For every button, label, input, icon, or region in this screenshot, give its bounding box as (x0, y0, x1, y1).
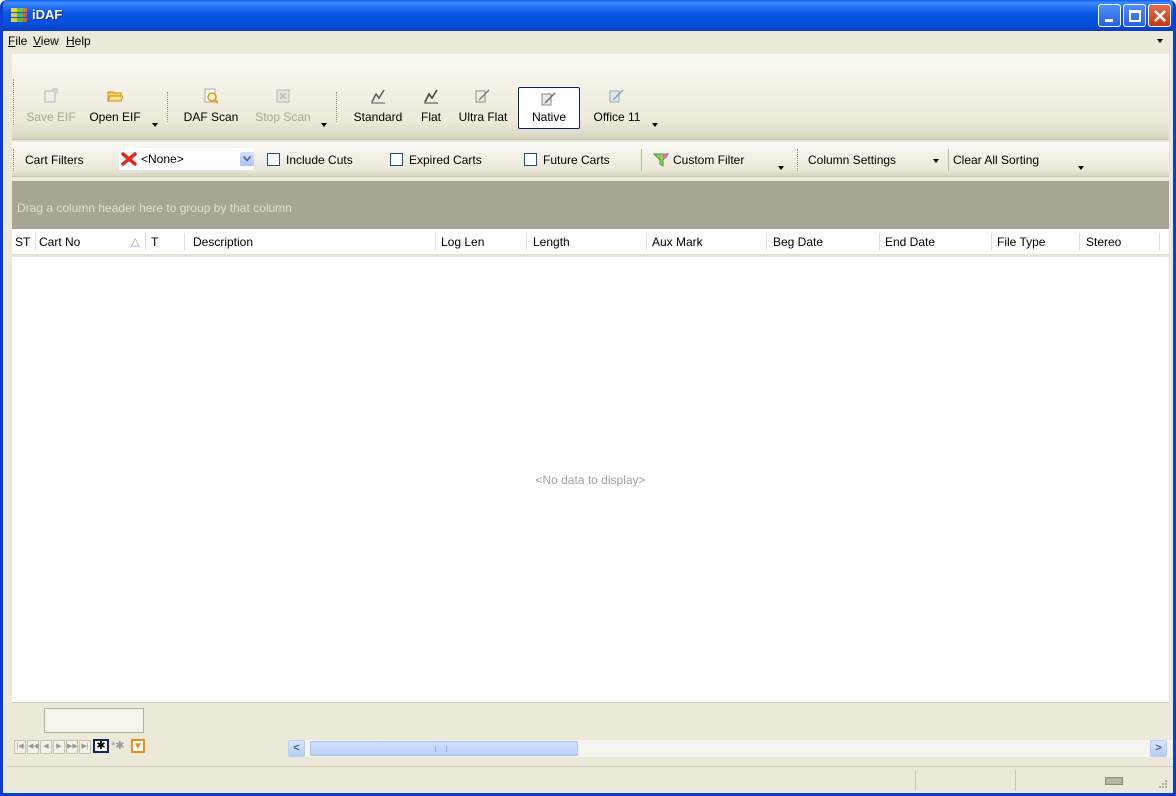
cart-filter-combo[interactable]: <None> (119, 148, 254, 170)
scan-magnifier-icon (204, 88, 219, 104)
app-grid-icon (11, 8, 27, 23)
stop-scan-dropdown-icon[interactable] (321, 123, 327, 127)
minimize-button[interactable] (1098, 4, 1121, 27)
main-toolbar: Save EIF Open EIF DAF Scan Stop Scan Sta… (12, 54, 1169, 140)
nav-insert-icon[interactable]: ✱ (93, 739, 109, 753)
col-end-date[interactable]: End Date (885, 235, 935, 249)
folder-open-icon (107, 91, 123, 102)
chevron-down-icon (243, 156, 251, 162)
expired-carts-label: Expired Carts (409, 153, 482, 167)
column-header-row: ST Cart No △ T Description Log Len Lengt… (12, 229, 1169, 256)
col-aux-mark[interactable]: Aux Mark (652, 235, 703, 249)
column-settings-dropdown-icon[interactable] (933, 159, 939, 163)
clear-filter-icon[interactable] (121, 151, 137, 167)
save-eif-icon (44, 88, 58, 103)
nav-next-page-icon[interactable]: ▶▶ (66, 740, 78, 754)
include-cuts-label: Include Cuts (286, 153, 353, 167)
col-log-len[interactable]: Log Len (441, 235, 484, 249)
custom-filter-dropdown-icon[interactable] (778, 166, 784, 170)
future-carts-checkbox[interactable] (524, 153, 537, 166)
status-bar (7, 766, 1173, 793)
status-panel-kbd (1015, 770, 1165, 791)
scroll-left-icon[interactable]: < (288, 740, 305, 757)
record-navigator: |◀ ◀◀ ◀ ▶ ▶▶ ▶| ✱ *✱ ▼ (12, 737, 282, 764)
clear-all-sorting-button[interactable]: Clear All Sorting (953, 153, 1039, 167)
standard-style-icon (371, 89, 385, 104)
cart-filter-value: <None> (141, 152, 184, 166)
col-st[interactable]: ST (15, 235, 30, 249)
style-flat-button[interactable]: Flat (414, 84, 448, 132)
close-button[interactable] (1148, 4, 1171, 27)
save-eif-button[interactable]: Save EIF (22, 84, 80, 132)
grid-body[interactable]: <No data to display> (12, 257, 1169, 702)
nav-last-icon[interactable]: ▶| (79, 740, 91, 754)
col-beg-date[interactable]: Beg Date (773, 235, 823, 249)
nav-append-icon[interactable]: *✱ (111, 740, 125, 754)
maximize-icon (1129, 10, 1141, 22)
keyboard-icon (1105, 777, 1123, 785)
combo-dropdown-button[interactable] (240, 152, 254, 166)
stop-scan-icon (276, 89, 290, 103)
scroll-right-icon[interactable]: > (1150, 740, 1167, 757)
open-eif-dropdown-icon[interactable] (152, 123, 158, 127)
title-bar[interactable]: iDAF (3, 0, 1173, 31)
nav-first-icon[interactable]: |◀ (14, 740, 26, 754)
nav-prev-page-icon[interactable]: ◀◀ (27, 740, 39, 754)
office11-dropdown-icon[interactable] (652, 123, 658, 127)
menu-file[interactable]: File (8, 34, 27, 48)
style-ultra-flat-button[interactable]: Ultra Flat (450, 84, 516, 132)
menu-overflow-icon[interactable] (1157, 39, 1163, 43)
grid-footer (12, 702, 1169, 737)
footer-summary-cell (44, 708, 144, 733)
minimize-icon (1105, 19, 1113, 22)
window-title: iDAF (32, 7, 63, 22)
nav-prev-icon[interactable]: ◀ (40, 740, 52, 754)
style-native-button[interactable]: Native (518, 87, 580, 129)
col-stereo[interactable]: Stereo (1086, 235, 1121, 249)
future-carts-label: Future Carts (543, 153, 610, 167)
custom-filter-icon (653, 153, 669, 167)
menu-help[interactable]: Help (66, 34, 91, 48)
stop-scan-button[interactable]: Stop Scan (248, 84, 318, 132)
col-file-type[interactable]: File Type (997, 235, 1045, 249)
custom-filter-button[interactable]: Custom Filter (673, 153, 744, 167)
group-by-hint: Drag a column header here to group by th… (17, 201, 292, 215)
filter-toolbar: Cart Filters <None> Include Cuts Expired… (12, 142, 1169, 177)
scroll-thumb[interactable] (310, 741, 578, 756)
menu-view[interactable]: View (33, 34, 59, 48)
style-standard-button[interactable]: Standard (345, 84, 411, 132)
close-icon (1154, 10, 1166, 22)
menu-bar: File View Help (3, 31, 1173, 52)
expired-carts-checkbox[interactable] (390, 153, 403, 166)
group-by-panel[interactable]: Drag a column header here to group by th… (12, 181, 1169, 229)
nav-next-icon[interactable]: ▶ (53, 740, 65, 754)
column-settings-button[interactable]: Column Settings (808, 153, 896, 167)
resize-grip-icon[interactable] (1158, 779, 1168, 789)
col-description[interactable]: Description (193, 235, 253, 249)
empty-grid-message: <No data to display> (535, 473, 646, 487)
office11-style-icon (609, 89, 624, 103)
daf-scan-button[interactable]: DAF Scan (177, 84, 245, 132)
flat-style-icon (424, 89, 438, 104)
native-style-icon (541, 92, 556, 106)
sort-ascending-icon: △ (131, 236, 140, 248)
col-cart-no[interactable]: Cart No (39, 235, 80, 249)
horizontal-scrollbar[interactable]: < > (288, 740, 1172, 757)
cart-filters-label: Cart Filters (25, 153, 84, 167)
col-t[interactable]: T (151, 235, 158, 249)
open-eif-button[interactable]: Open EIF (82, 84, 148, 132)
clear-sorting-dropdown-icon[interactable] (1078, 166, 1084, 170)
ultra-flat-style-icon (475, 89, 490, 103)
app-window: iDAF File View Help Save EIF Open EIF DA… (0, 0, 1176, 796)
col-length[interactable]: Length (533, 235, 570, 249)
maximize-button[interactable] (1123, 4, 1146, 27)
include-cuts-checkbox[interactable] (267, 153, 280, 166)
style-office11-button[interactable]: Office 11 (584, 84, 650, 132)
nav-filter-icon[interactable]: ▼ (131, 739, 145, 753)
status-panel (915, 770, 1015, 791)
